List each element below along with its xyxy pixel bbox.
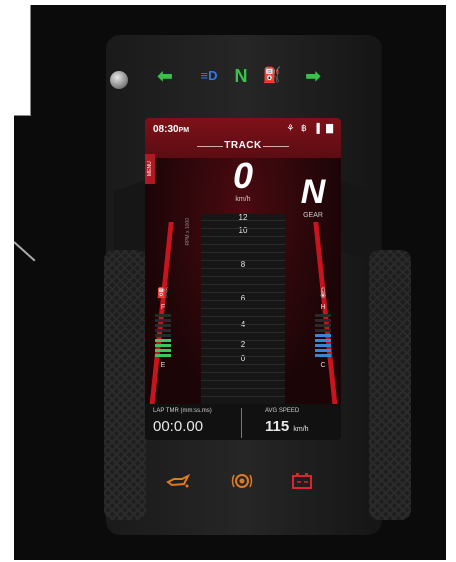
fuel-pump-icon: ⛽ — [156, 288, 170, 299]
gauge-bar — [315, 349, 331, 352]
clock: 08:30PM — [153, 124, 189, 135]
control-knob[interactable] — [110, 71, 128, 89]
fuel-full-label: F — [160, 304, 166, 311]
tach-grid-line — [201, 276, 285, 277]
gauge-bar — [315, 339, 331, 342]
warning-light-row — [150, 472, 340, 496]
tach-grid-line — [201, 316, 285, 317]
tach-grid-line — [201, 220, 285, 221]
gauge-bar — [155, 354, 171, 357]
grip-shoulder-left — [114, 178, 149, 262]
temp-low-label: C — [320, 362, 326, 369]
coolant-temp-icon: 🌡 — [316, 288, 330, 299]
avg-speed-label: AVG SPEED — [265, 408, 300, 414]
grip-shoulder-right — [336, 178, 371, 262]
gauge-bar — [315, 334, 331, 337]
neutral-indicator: N — [234, 66, 248, 86]
callout-line — [14, 241, 36, 262]
fuel-empty-label: E — [160, 362, 166, 369]
tach-grid-line — [201, 252, 285, 253]
textured-grip-right — [369, 250, 411, 520]
tach-grid-line — [201, 356, 285, 357]
tach-grid-line — [201, 260, 285, 261]
speed-unit: km/h — [235, 196, 251, 203]
tach-grid-line — [201, 396, 285, 397]
rpm-label: RPM x 1000 — [185, 218, 191, 246]
textured-grip-left — [104, 250, 146, 520]
gauge-bar — [155, 344, 171, 347]
clock-suffix: PM — [178, 127, 190, 134]
gauge-bar — [315, 324, 331, 327]
gauge-bar — [315, 344, 331, 347]
trip-panel: LAP TMR (mm:ss.ms) 00:0.00 AVG SPEED 115… — [145, 404, 341, 440]
temp-gauge — [315, 314, 331, 359]
gauge-bar — [315, 319, 331, 322]
tach-grid-line — [201, 308, 285, 309]
gauge-bar — [155, 324, 171, 327]
speed-value: 0 — [232, 155, 254, 196]
temp-high-label: H — [320, 304, 326, 311]
gauge-bar — [155, 334, 171, 337]
right-turn-indicator-icon: ➡ — [305, 66, 321, 86]
oil-pressure-warning-icon — [166, 473, 190, 488]
system-status-icons: ⚘ ฿ ▐ ▇ — [286, 123, 335, 133]
gauge-bar — [155, 329, 171, 332]
tach-number: 6 — [240, 294, 246, 303]
menu-tab[interactable]: MENU — [145, 154, 155, 184]
panel-divider — [241, 408, 242, 438]
tach-grid-line — [201, 332, 285, 333]
wire-diagram-box — [14, 5, 31, 116]
tach-grid-line — [201, 348, 285, 349]
tft-display: 08:30PM ⚘ ฿ ▐ ▇ TRACK MENU 0 km/h N GEAR… — [145, 118, 341, 440]
avg-speed-unit: km/h — [293, 426, 309, 433]
tach-grid-line — [201, 236, 285, 237]
rpm-tachometer: 12 10 8 6 4 2 0 — [201, 213, 285, 410]
abs-warning-icon — [231, 474, 253, 488]
tach-grid-line — [201, 364, 285, 365]
tach-grid-line — [201, 380, 285, 381]
gauge-bar — [315, 314, 331, 317]
headlight-indicator-icon: ≡D — [200, 68, 218, 83]
tach-grid-line — [201, 268, 285, 269]
gauge-bar — [315, 354, 331, 357]
gear-label: GEAR — [303, 212, 323, 219]
lap-timer-value: 00:0.00 — [153, 418, 204, 435]
telltale-row: ⬅ ≡D N ⛽ ➡ — [145, 62, 325, 92]
tach-grid-line — [201, 388, 285, 389]
gauge-bar — [315, 329, 331, 332]
tach-grid-line — [201, 284, 285, 285]
tach-grid-line — [201, 372, 285, 373]
tach-grid-line — [201, 292, 285, 293]
fuel-warning-icon: ⛽ — [262, 67, 282, 84]
tach-grid-line — [201, 244, 285, 245]
tach-grid-line — [201, 228, 285, 229]
battery-warning-icon — [292, 473, 312, 489]
avg-speed-value: 115 — [265, 418, 290, 435]
riding-mode-label[interactable]: TRACK — [145, 140, 341, 151]
gauge-bar — [155, 339, 171, 342]
tach-grid-line — [201, 300, 285, 301]
gauge-bar — [155, 349, 171, 352]
gear-value: N — [300, 173, 326, 211]
gauge-bar — [155, 319, 171, 322]
lap-timer-label: LAP TMR (mm:ss.ms) — [153, 408, 212, 414]
left-turn-indicator-icon: ⬅ — [157, 66, 173, 86]
tach-grid-line — [201, 340, 285, 341]
fuel-gauge — [155, 314, 171, 359]
gauge-bar — [155, 314, 171, 317]
tach-grid-line — [201, 324, 285, 325]
avg-speed-readout: 115 km/h — [265, 418, 309, 435]
clock-time: 08:30 — [153, 124, 179, 135]
